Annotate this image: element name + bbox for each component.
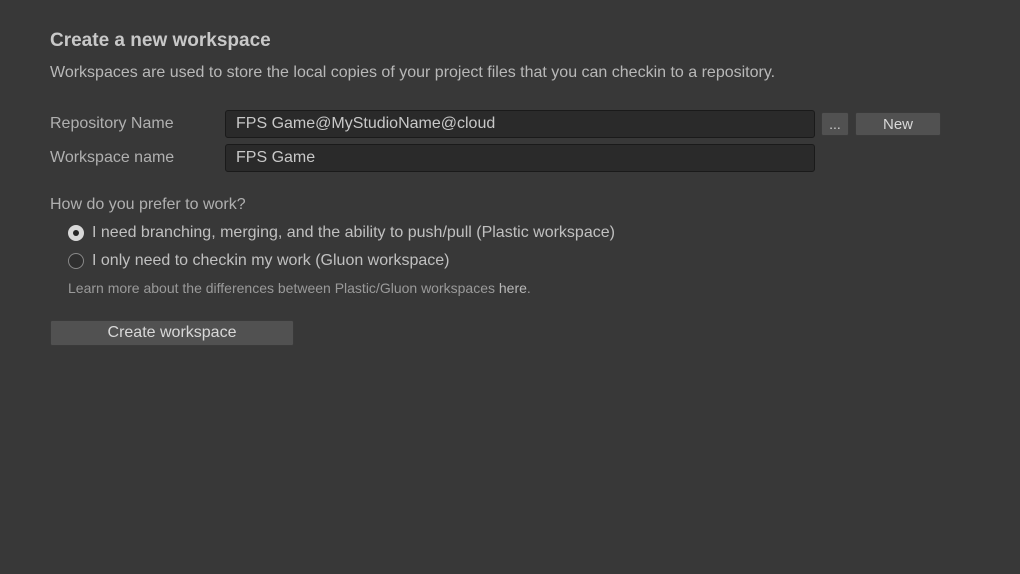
radio-button-plastic[interactable] [68, 225, 84, 241]
workspace-row: Workspace name [50, 144, 970, 172]
workmode-question: How do you prefer to work? [50, 196, 970, 214]
page-description: Workspaces are used to store the local c… [50, 64, 970, 82]
browse-repository-button[interactable]: ... [821, 112, 849, 136]
repository-row: Repository Name ... New [50, 110, 970, 138]
radio-option-gluon[interactable]: I only need to checkin my work (Gluon wo… [68, 252, 970, 270]
repository-input[interactable] [225, 110, 815, 138]
learn-more-text: Learn more about the differences between… [68, 280, 970, 296]
repository-label: Repository Name [50, 115, 225, 133]
learn-more-prefix: Learn more about the differences between… [68, 280, 499, 296]
page-title: Create a new workspace [50, 30, 970, 52]
radio-button-gluon[interactable] [68, 253, 84, 269]
workspace-input[interactable] [225, 144, 815, 172]
create-workspace-button[interactable]: Create workspace [50, 320, 294, 346]
learn-more-suffix: . [527, 280, 531, 296]
new-repository-button[interactable]: New [855, 112, 941, 136]
radio-dot-icon [73, 230, 79, 236]
radio-option-plastic[interactable]: I need branching, merging, and the abili… [68, 224, 970, 242]
radio-label-plastic: I need branching, merging, and the abili… [92, 224, 615, 242]
radio-label-gluon: I only need to checkin my work (Gluon wo… [92, 252, 449, 270]
workspace-label: Workspace name [50, 149, 225, 167]
learn-more-link[interactable]: here [499, 280, 527, 296]
